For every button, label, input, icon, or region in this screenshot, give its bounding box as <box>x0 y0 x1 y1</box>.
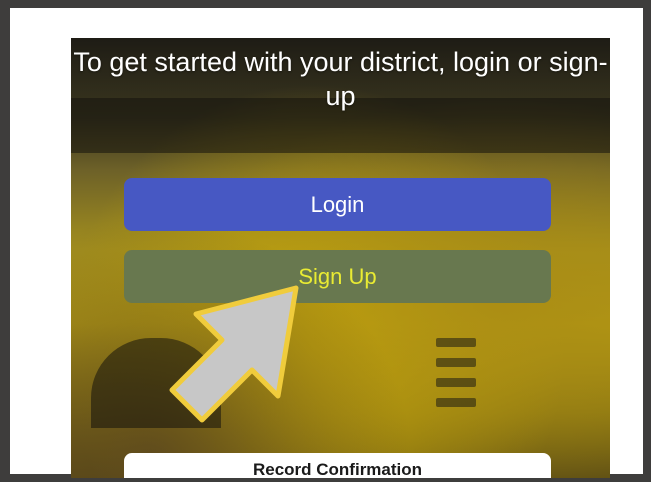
screenshot-frame: To get started with your district, login… <box>10 8 643 478</box>
app-screen: To get started with your district, login… <box>71 38 610 478</box>
background-grille <box>436 378 476 387</box>
login-button[interactable]: Login <box>124 178 551 231</box>
page-headline: To get started with your district, login… <box>73 47 608 111</box>
background-grille <box>436 338 476 347</box>
pointer-arrow-icon <box>169 285 299 423</box>
record-confirmation-card[interactable]: Record Confirmation <box>124 453 551 478</box>
background-grille <box>436 398 476 407</box>
background-grille <box>436 358 476 367</box>
